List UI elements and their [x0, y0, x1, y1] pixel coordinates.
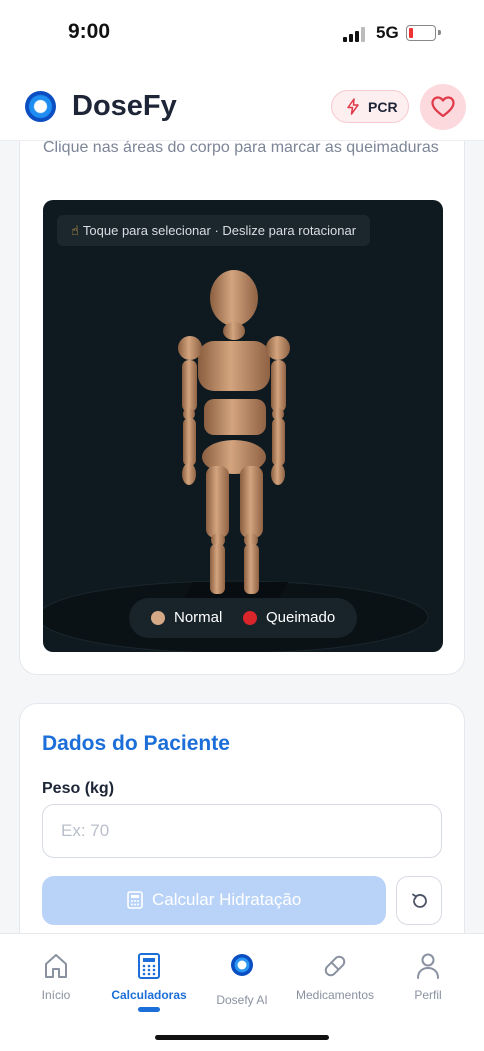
- app-name: DoseFy: [72, 90, 177, 122]
- body-neck[interactable]: [223, 322, 245, 340]
- tab-label: Calculadoras: [111, 988, 187, 1002]
- pcr-button[interactable]: PCR: [331, 90, 409, 123]
- pill-icon: [324, 955, 346, 977]
- calculator-icon: [138, 953, 160, 979]
- body-3d-viewer[interactable]: ☝ Toque para selecionar · Deslize para ro…: [43, 200, 443, 652]
- mannequin-figure[interactable]: [173, 268, 293, 598]
- viewer-hint-text: Toque para selecionar · Deslize para rot…: [82, 223, 357, 238]
- lightning-icon: [347, 98, 359, 115]
- user-icon: [417, 953, 439, 979]
- tab-label: Início: [41, 988, 71, 1002]
- home-indicator: [155, 1035, 329, 1040]
- network-type: 5G: [376, 23, 399, 42]
- calculator-icon: [127, 891, 143, 909]
- calculate-hydration-button[interactable]: Calcular Hidratação: [42, 876, 386, 925]
- reset-icon: [412, 893, 427, 908]
- tab-medicamentos[interactable]: Medicamentos: [290, 952, 380, 1022]
- legend-dot-normal: [151, 611, 165, 625]
- tab-label: Perfil: [414, 988, 442, 1002]
- body-right-leg[interactable]: [240, 466, 263, 594]
- tab-label: Dosefy AI: [216, 993, 268, 1007]
- burn-area-card: Clique nas áreas do corpo para marcar as…: [19, 112, 465, 675]
- burn-legend: Normal Queimado: [129, 598, 357, 638]
- app-header: DoseFy PCR: [0, 70, 484, 141]
- dosefy-logo-icon: [25, 91, 56, 122]
- body-left-leg[interactable]: [206, 466, 229, 594]
- body-abdomen[interactable]: [204, 399, 266, 435]
- dosefy-ai-icon: [231, 954, 253, 976]
- tab-perfil[interactable]: Perfil: [383, 952, 473, 1022]
- weight-input[interactable]: [42, 804, 442, 858]
- viewer-hint: ☝ Toque para selecionar · Deslize para ro…: [57, 215, 371, 246]
- pointing-hand-icon: ☝: [71, 223, 79, 238]
- tab-dosefy-ai[interactable]: Dosefy AI: [197, 952, 287, 1022]
- bottom-tab-bar: Início Calculadoras Dosefy AI Medicament…: [0, 933, 484, 1051]
- patient-section-title: Dados do Paciente: [42, 732, 230, 755]
- legend-dot-burned: [243, 611, 257, 625]
- body-chest[interactable]: [198, 341, 270, 391]
- favorites-button[interactable]: [420, 84, 466, 130]
- weight-label: Peso (kg): [42, 780, 115, 797]
- active-tab-indicator: [138, 1007, 160, 1012]
- calculate-hydration-label: Calcular Hidratação: [152, 890, 302, 909]
- legend-label-burned: Queimado: [266, 609, 336, 626]
- status-bar: 9:00 5G: [0, 0, 484, 70]
- tab-inicio[interactable]: Início: [11, 952, 101, 1022]
- tab-calculadoras[interactable]: Calculadoras: [104, 952, 194, 1022]
- home-icon: [45, 954, 67, 978]
- pcr-label: PCR: [368, 99, 398, 115]
- status-time: 9:00: [68, 20, 111, 43]
- tab-label: Medicamentos: [295, 988, 375, 1002]
- legend-label-normal: Normal: [174, 609, 223, 626]
- heart-icon: [431, 96, 455, 118]
- battery-icon: [406, 25, 436, 41]
- body-head[interactable]: [210, 270, 258, 326]
- signal-icon: [343, 26, 367, 42]
- reset-button[interactable]: [396, 876, 442, 925]
